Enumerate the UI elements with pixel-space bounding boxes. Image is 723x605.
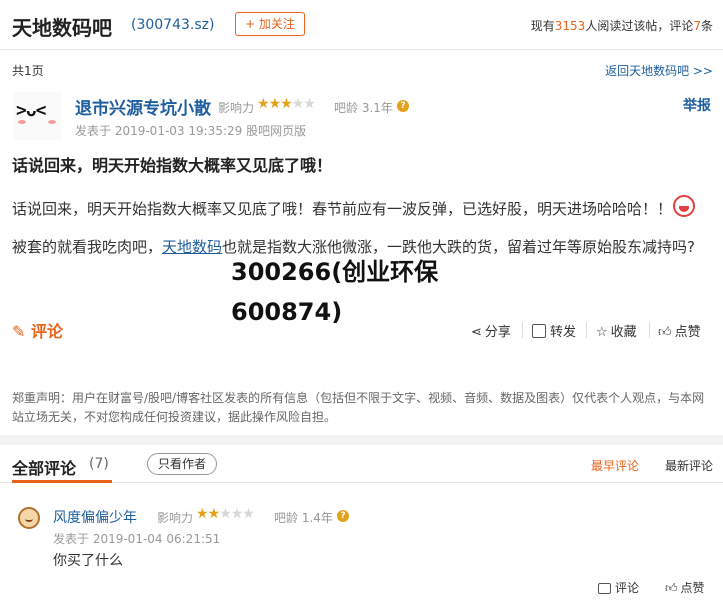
follow-button[interactable]: + 加关注: [235, 12, 305, 36]
reply-button[interactable]: 评论: [598, 579, 639, 596]
bar-title[interactable]: 天地数码吧: [12, 12, 112, 41]
divider: [649, 322, 650, 338]
influence-stars: ★★★★★: [257, 96, 316, 112]
divider: [586, 322, 587, 338]
like-label: 点赞: [680, 581, 705, 595]
comment-text: 你买了什么: [53, 553, 123, 569]
overlay-annotation: 300266(创业环保600874): [231, 258, 439, 326]
star-empty-icon: ★: [230, 506, 244, 522]
forward-icon: [532, 324, 546, 338]
commenter-avatar[interactable]: [18, 507, 40, 529]
bar-age: 吧龄 1.4年: [274, 511, 333, 525]
all-comments-count: (7): [89, 456, 109, 472]
thumbs-up-icon: 👍︎: [658, 325, 672, 340]
help-icon[interactable]: ?: [397, 100, 409, 112]
sort-newest-link[interactable]: 最新评论: [665, 457, 713, 474]
share-icon: ⋖: [471, 325, 482, 340]
favorite-label: 收藏: [610, 325, 637, 340]
disclaimer: 郑重声明：用户在财富号/股吧/博客社区发表的所有信息（包括但不限于文字、视频、音…: [12, 391, 705, 424]
comment-timestamp: 发表于 2019-01-04 06:21:51: [53, 532, 221, 546]
star-empty-icon: ★: [291, 96, 305, 112]
comment-like-button[interactable]: 👍︎ 点赞: [665, 579, 705, 596]
section-separator: [0, 435, 723, 445]
star-icon: ★: [257, 96, 270, 112]
comment-count: 7: [693, 19, 701, 33]
post-body-text: 话说回来，明天开始指数大概率又见底了哦！春节前应有一波反弹，已选好股，明天进场哈…: [12, 200, 673, 218]
influence-label: 影响力: [218, 101, 255, 115]
author-only-button[interactable]: 只看作者: [147, 453, 217, 475]
forward-button[interactable]: 转发: [532, 321, 576, 340]
all-comments-tab[interactable]: 全部评论: [12, 455, 76, 479]
comment-label: 评论: [30, 322, 63, 341]
reader-count: 3153: [554, 19, 586, 33]
influence-stars: ★★★★★: [196, 506, 255, 522]
help-icon[interactable]: ?: [337, 510, 349, 522]
pencil-icon: ✎: [12, 322, 26, 341]
star-empty-icon: ★: [242, 506, 255, 522]
stats-suffix: 条: [700, 19, 713, 33]
post-body-text: 被套的就看我吃肉吧，: [12, 238, 163, 256]
divider: [522, 322, 523, 338]
blush-icon: [18, 120, 26, 124]
avatar-face-icon: >ᴗ<: [16, 100, 46, 121]
star-empty-icon: ★: [219, 506, 232, 522]
like-label: 点赞: [674, 325, 701, 340]
post-timestamp: 发表于 2019-01-03 19:35:29 股吧网页版: [75, 124, 307, 138]
reply-label: 评论: [615, 581, 640, 595]
star-icon: ★: [268, 96, 282, 112]
star-outline-icon: ☆: [596, 325, 608, 340]
favorite-button[interactable]: ☆ 收藏: [596, 321, 637, 340]
post-title: 话说回来，明天开始指数大概率又见底了哦！: [12, 156, 333, 175]
forward-label: 转发: [550, 325, 577, 340]
comment-button[interactable]: ✎ 评论: [12, 318, 63, 342]
back-to-bar-link[interactable]: 返回天地数码吧 >>: [605, 62, 713, 79]
comment-author[interactable]: 风度偏偏少年: [53, 507, 137, 527]
share-label: 分享: [484, 325, 511, 340]
author-avatar[interactable]: >ᴗ<: [14, 92, 62, 140]
report-link[interactable]: 举报: [683, 95, 711, 115]
post-author[interactable]: 退市兴源专坑小散: [75, 94, 211, 119]
stats-prefix: 现有: [530, 19, 555, 33]
laughing-emoji-icon: [673, 195, 696, 217]
half-star-icon: ★: [280, 96, 293, 112]
stock-link[interactable]: 天地数码: [162, 238, 222, 256]
active-tab-underline: [12, 480, 112, 483]
stock-code[interactable]: (300743.sz): [131, 17, 214, 33]
sort-earliest-link[interactable]: 最早评论: [591, 457, 639, 474]
page-count: 共1页: [12, 64, 44, 78]
bar-age: 吧龄 3.1年: [334, 101, 393, 115]
thumbs-up-icon: 👍︎: [665, 581, 678, 595]
read-stats: 现有3153人阅读过该帖，评论7条: [531, 17, 713, 34]
share-button[interactable]: ⋖ 分享: [471, 321, 511, 340]
star-icon: ★: [196, 506, 209, 522]
influence-label: 影响力: [157, 511, 194, 525]
star-icon: ★: [207, 506, 221, 522]
comment-icon: [598, 583, 611, 594]
blush-icon: [48, 120, 56, 124]
star-empty-icon: ★: [303, 96, 316, 112]
stats-mid: 人阅读过该帖，评论: [585, 19, 694, 33]
like-button[interactable]: 👍︎ 点赞: [658, 321, 701, 340]
